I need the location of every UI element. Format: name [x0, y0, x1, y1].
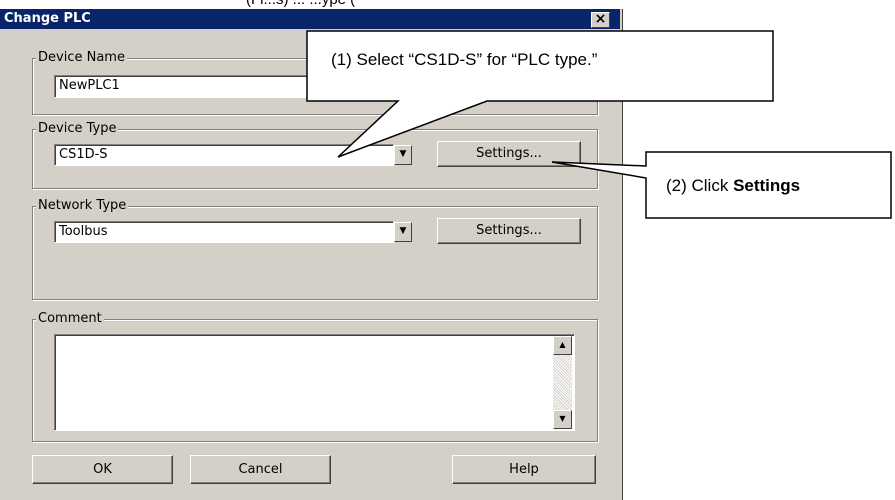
close-icon: ×: [594, 11, 607, 27]
callout-1-text: (1) Select “CS1D-S” for “PLC type.”: [331, 50, 598, 69]
network-type-group: Network Type Toolbus ▼ Settings...: [32, 198, 598, 300]
dialog-title: Change PLC: [4, 11, 91, 26]
arrow-down-icon: ▼: [559, 414, 566, 423]
device-name-input[interactable]: NewPLC1: [54, 75, 534, 98]
device-type-dropdown-button[interactable]: ▼: [394, 145, 412, 165]
device-type-legend: Device Type: [36, 121, 119, 137]
callout-2-emphasis: Settings: [733, 176, 801, 195]
clipped-caption-text: (Fl...s) ... ...ype (: [246, 0, 355, 9]
callout-2-prefix: (2) Click: [666, 176, 734, 195]
change-plc-dialog: Change PLC × Device Name NewPLC1 Device …: [0, 9, 623, 500]
callout-2-text: (2) Click Settings: [666, 176, 800, 196]
ok-button[interactable]: OK: [32, 455, 173, 484]
network-type-dropdown-button[interactable]: ▼: [394, 222, 412, 242]
device-type-settings-button[interactable]: Settings...: [437, 141, 581, 167]
chevron-down-icon: ▼: [399, 149, 407, 159]
chevron-down-icon: ▼: [399, 226, 407, 236]
scroll-up-button[interactable]: ▲: [553, 336, 572, 355]
network-type-select[interactable]: Toolbus: [54, 221, 394, 243]
device-type-select[interactable]: CS1D-S: [54, 144, 394, 166]
arrow-up-icon: ▲: [559, 340, 566, 349]
device-name-legend: Device Name: [36, 50, 127, 66]
title-bar: Change PLC ×: [0, 9, 620, 29]
scroll-down-button[interactable]: ▼: [553, 410, 572, 429]
device-type-group: Device Type CS1D-S ▼ Settings...: [32, 121, 598, 189]
close-button[interactable]: ×: [591, 12, 610, 28]
network-type-settings-button[interactable]: Settings...: [437, 218, 581, 244]
network-type-legend: Network Type: [36, 198, 129, 214]
help-button[interactable]: Help: [452, 455, 596, 484]
comment-legend: Comment: [36, 311, 104, 327]
comment-scrollbar[interactable]: ▲ ▼: [553, 336, 572, 429]
comment-group: Comment ▲ ▼: [32, 311, 598, 442]
comment-textarea[interactable]: [54, 334, 575, 431]
cancel-button[interactable]: Cancel: [190, 455, 331, 484]
